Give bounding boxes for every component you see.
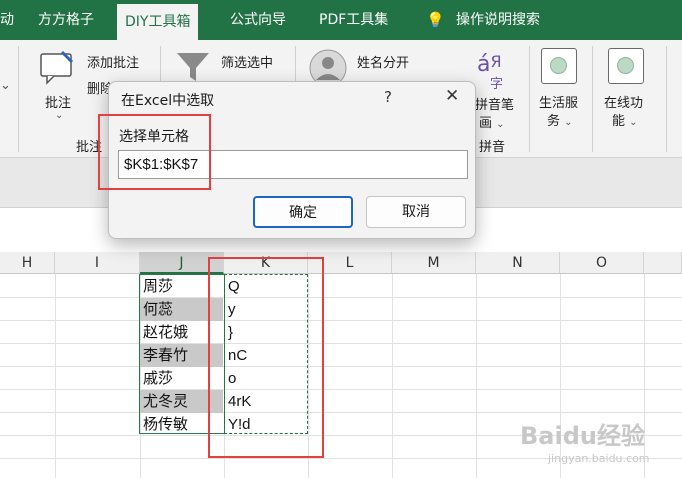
online-function-icon[interactable] xyxy=(608,48,644,84)
column-header[interactable]: L xyxy=(308,252,392,274)
ribbon-separator xyxy=(666,46,667,152)
column-header[interactable]: K xyxy=(224,252,308,274)
grid-line xyxy=(55,274,56,478)
grid-line xyxy=(476,274,477,478)
grid-line xyxy=(0,389,682,390)
close-icon[interactable]: ✕ xyxy=(445,86,459,106)
filter-icon[interactable] xyxy=(175,50,211,84)
tab-partial[interactable]: 动 xyxy=(0,0,14,40)
chevron-down-icon: ⌄ xyxy=(564,117,573,128)
grid-line xyxy=(0,320,682,321)
ok-button[interactable]: 确定 xyxy=(253,196,353,228)
pinyin-stroke-button-line2[interactable]: 画 ⌄ xyxy=(479,112,505,131)
life-service-line2-text: 务 xyxy=(547,114,561,129)
column-header[interactable]: N xyxy=(476,252,560,274)
chevron-down-icon[interactable]: ⌄ xyxy=(55,110,63,121)
online-function-dot xyxy=(617,57,634,74)
lightbulb-icon[interactable]: 💡 xyxy=(426,0,445,40)
online-function-line2-text: 能 xyxy=(612,114,626,129)
column-header[interactable] xyxy=(644,252,682,274)
tab-formula-wizard[interactable]: 公式向导 xyxy=(230,0,286,40)
column-header[interactable]: H xyxy=(0,252,55,274)
tab-diy-toolbox[interactable]: DIY工具箱 xyxy=(117,4,199,40)
ribbon-separator xyxy=(592,46,593,152)
ribbon-tab-bar: 动 方方格子 DIY工具箱 公式向导 PDF工具集 💡 操作说明搜索 xyxy=(0,0,682,40)
cell-j[interactable]: 赵花娥 xyxy=(140,321,223,344)
column-header[interactable]: O xyxy=(560,252,644,274)
pinyin-glyph: á xyxy=(477,52,491,77)
tell-me-search[interactable]: 操作说明搜索 xyxy=(456,0,540,40)
watermark-logo: Baidu经验 xyxy=(520,422,645,450)
cell-k[interactable]: o xyxy=(225,367,305,390)
cell-j[interactable]: 尤冬灵 xyxy=(140,390,223,413)
column-header[interactable]: I xyxy=(55,252,140,274)
life-service-dot xyxy=(550,57,567,74)
column-header[interactable]: M xyxy=(392,252,476,274)
range-input[interactable] xyxy=(118,150,468,179)
column-header-selected[interactable]: J xyxy=(140,252,224,274)
chevron-down-icon: ⌄ xyxy=(496,119,505,130)
cell-k[interactable]: } xyxy=(225,321,305,344)
cell-j[interactable]: 戚莎 xyxy=(140,367,223,390)
pinyin-glyph-3: 字 xyxy=(490,77,504,92)
group-label-comment: 批注 xyxy=(76,140,103,155)
group-label-pinyin: 拼音 xyxy=(479,140,506,155)
filter-selected-button[interactable]: 筛选选中 xyxy=(221,52,273,71)
select-range-dialog: 在Excel中选取 ? ✕ 选择单元格 确定 取消 xyxy=(108,81,476,239)
split-name-button[interactable]: 姓名分开 xyxy=(357,52,409,71)
comment-button[interactable]: 批注 xyxy=(45,92,71,111)
grid-line xyxy=(0,366,682,367)
ribbon-separator xyxy=(529,46,530,152)
ribbon-separator xyxy=(18,46,19,152)
chevron-down-icon: ⌄ xyxy=(629,117,638,128)
life-service-button-line2[interactable]: 务 ⌄ xyxy=(547,110,573,129)
cell-k[interactable]: 4rK xyxy=(225,390,305,413)
grid-line xyxy=(308,274,309,478)
dialog-title: 在Excel中选取 xyxy=(121,93,215,109)
grid-line xyxy=(0,412,682,413)
pinyin-stroke-line2-text: 画 xyxy=(479,116,493,131)
comment-icon[interactable] xyxy=(38,50,76,86)
cancel-button[interactable]: 取消 xyxy=(366,196,466,228)
pinyin-glyph-2: Я xyxy=(490,52,502,71)
grid-line xyxy=(0,297,682,298)
cell-j[interactable]: 周莎 xyxy=(140,275,223,298)
grid-line xyxy=(392,274,393,478)
watermark-url: jingyan.baidu.com xyxy=(548,452,650,465)
grid-line xyxy=(0,343,682,344)
cell-k[interactable]: Q xyxy=(225,275,305,298)
life-service-icon[interactable] xyxy=(541,48,577,84)
chevron-down-icon[interactable]: ⌄ xyxy=(0,78,11,93)
cell-k[interactable]: Y!d xyxy=(225,413,305,436)
cell-k[interactable]: nC xyxy=(225,344,305,367)
cell-j[interactable]: 杨传敏 xyxy=(140,413,223,436)
online-function-button[interactable]: 在线功 xyxy=(604,92,643,111)
cell-k[interactable]: y xyxy=(225,298,305,321)
pinyin-stroke-button[interactable]: 拼音笔 xyxy=(475,94,514,113)
cell-j[interactable]: 何蕊 xyxy=(140,298,223,321)
tab-fangfang[interactable]: 方方格子 xyxy=(38,0,94,40)
life-service-button[interactable]: 生活服 xyxy=(539,92,578,111)
cell-j[interactable]: 李春竹 xyxy=(140,344,223,367)
add-comment-button[interactable]: 添加批注 xyxy=(87,52,139,71)
tab-pdf-tools[interactable]: PDF工具集 xyxy=(319,0,388,40)
help-icon[interactable]: ? xyxy=(384,88,392,106)
online-function-button-line2[interactable]: 能 ⌄ xyxy=(612,110,638,129)
range-field-label: 选择单元格 xyxy=(119,129,189,145)
